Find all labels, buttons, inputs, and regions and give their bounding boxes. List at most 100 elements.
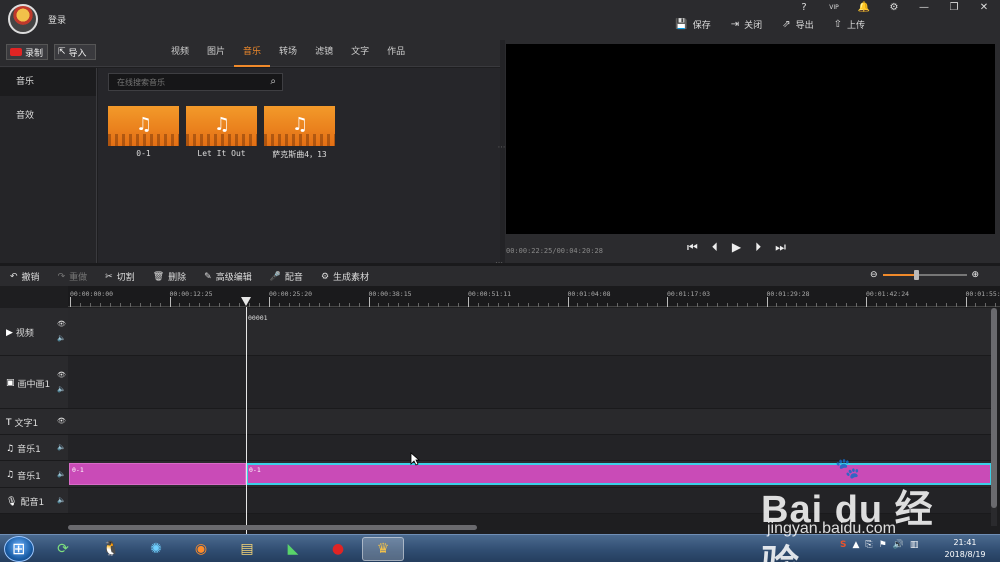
playhead[interactable] <box>246 307 247 534</box>
minimize-icon[interactable]: — <box>916 2 932 14</box>
tab-filter[interactable]: 滤镜 <box>306 40 342 67</box>
gear-icon[interactable]: ⚙ <box>886 2 902 14</box>
taskbar-app-firefox[interactable]: ◉ <box>180 537 222 561</box>
ime-icon[interactable]: S <box>840 540 846 550</box>
side-item-sound-effects[interactable]: 音效 <box>0 102 96 130</box>
side-item-music[interactable]: 音乐 <box>0 68 96 96</box>
taskbar-app-refresh[interactable]: ⟳ <box>42 537 84 561</box>
bell-icon[interactable]: 🔔 <box>856 2 872 14</box>
network-icon[interactable]: ▥ <box>910 540 919 550</box>
tab-transition[interactable]: 转场 <box>270 40 306 67</box>
delete-button[interactable]: 🗑 删除 <box>153 270 186 284</box>
play-icon[interactable]: ▶ <box>732 240 741 255</box>
track-lane[interactable] <box>68 308 992 356</box>
music-item[interactable]: ♫ 萨克斯曲4，13 <box>264 106 335 160</box>
flag-icon[interactable]: ⚑ <box>879 540 887 550</box>
step-forward-icon[interactable]: ⏵ <box>755 240 761 255</box>
tab-text[interactable]: 文字 <box>342 40 378 67</box>
close-icon[interactable]: ✕ <box>976 2 992 14</box>
speaker-icon[interactable]: 🔊 <box>893 540 904 550</box>
upload-button[interactable]: ⇧ 上传 <box>834 18 865 31</box>
music-search-box: ⌕ <box>108 73 283 91</box>
start-button[interactable] <box>4 536 34 562</box>
audio-clip-selected[interactable]: 0-1 <box>246 463 992 485</box>
track-header[interactable]: T 文字1 👁 <box>0 409 68 435</box>
login-link[interactable]: 登录 <box>48 13 66 26</box>
export-icon: ⇗ <box>782 19 791 30</box>
volume-icon[interactable]: 🔈 <box>57 385 66 393</box>
step-back-icon[interactable]: ⏴ <box>712 240 718 255</box>
zoom-in-icon[interactable]: ⊕ <box>972 270 980 280</box>
maximize-icon[interactable]: ❐ <box>946 2 962 14</box>
taskbar-app-explorer[interactable]: ▤ <box>226 537 268 561</box>
track-header[interactable]: ▣ 画中画1 👁 🔈 <box>0 356 68 409</box>
track-label: 配音1 <box>20 498 45 508</box>
zoom-out-icon[interactable]: ⊖ <box>870 270 878 280</box>
track-lane[interactable] <box>68 356 992 409</box>
music-item[interactable]: ♫ 0-1 <box>108 106 179 160</box>
track-header[interactable]: 🎙 配音1 🔈 <box>0 488 68 514</box>
preview-screen <box>506 44 995 234</box>
tab-works[interactable]: 作品 <box>378 40 414 67</box>
eye-icon[interactable]: 👁 <box>57 417 66 425</box>
tray-expand-icon[interactable]: ▲ <box>852 540 859 550</box>
ruler-minor-tick <box>587 303 589 307</box>
track-header[interactable]: ▶ 视频 👁 🔈 <box>0 308 68 356</box>
redo-button[interactable]: ↷ 重做 <box>58 270 88 284</box>
playhead-handle[interactable] <box>241 297 251 306</box>
music-search-input[interactable] <box>109 74 259 90</box>
scrollbar-thumb[interactable] <box>68 525 477 530</box>
ruler-minor-tick <box>428 303 430 307</box>
volume-icon[interactable]: 🔈 <box>57 334 66 342</box>
timeline-vertical-scrollbar[interactable] <box>991 308 997 526</box>
taskbar-app-recorder[interactable]: ● <box>317 537 359 561</box>
volume-icon[interactable]: 🔈 <box>57 470 66 478</box>
skip-to-start-icon[interactable]: ⏮ <box>687 240 698 255</box>
audio-clip[interactable]: 0-1 <box>69 463 246 485</box>
track-lane[interactable] <box>68 435 992 461</box>
skip-to-end-icon[interactable]: ⏭ <box>775 240 786 255</box>
scrollbar-thumb[interactable] <box>991 308 997 508</box>
vip-icon[interactable]: VIP <box>826 2 842 14</box>
track-header[interactable]: ♫ 音乐1 🔈 <box>0 435 68 461</box>
usb-icon[interactable]: ⎘ <box>865 540 872 550</box>
undo-button[interactable]: ↶ 撤销 <box>10 270 40 284</box>
track-lane[interactable]: 0-1 0-1 <box>68 461 992 488</box>
export-button[interactable]: ⇗ 导出 <box>782 18 813 31</box>
tab-music[interactable]: 音乐 <box>234 40 271 67</box>
help-icon[interactable]: ? <box>796 2 812 14</box>
timeline-horizontal-scrollbar[interactable] <box>68 524 988 531</box>
eye-icon[interactable]: 👁 <box>57 320 66 328</box>
volume-icon[interactable]: 🔈 <box>57 496 66 504</box>
record-button[interactable]: 录制 <box>6 44 48 60</box>
taskbar-app-player[interactable]: ◣ <box>272 537 314 561</box>
taskbar-app-qq[interactable]: 🐧 <box>90 537 132 561</box>
volume-icon[interactable]: 🔈 <box>57 443 66 451</box>
tab-image[interactable]: 图片 <box>198 40 234 67</box>
close-project-button[interactable]: ⇥ 关闭 <box>731 18 762 31</box>
music-note-icon: ♫ <box>292 114 309 135</box>
track-lane[interactable] <box>68 409 992 435</box>
avatar[interactable] <box>8 4 38 34</box>
save-button[interactable]: 💾 保存 <box>675 18 710 31</box>
search-icon[interactable]: ⌕ <box>270 76 276 87</box>
music-item[interactable]: ♫ Let It Out <box>186 106 257 160</box>
cut-button[interactable]: ✂ 切割 <box>105 270 135 284</box>
tab-video[interactable]: 视频 <box>162 40 198 67</box>
import-button[interactable]: ⇱ 导入 <box>54 44 96 60</box>
ruler-minor-tick <box>527 303 529 307</box>
mic-button[interactable]: 🎤 配音 <box>270 270 303 284</box>
zoom-slider[interactable] <box>882 270 967 280</box>
taskbar-app-editor[interactable]: ♛ <box>362 537 404 561</box>
ruler-minor-tick <box>826 303 828 307</box>
taskbar-clock[interactable]: 21:41 2018/8/19 <box>938 537 992 561</box>
generate-button[interactable]: ⚙ 生成素材 <box>321 270 369 284</box>
track-lane[interactable] <box>68 488 992 514</box>
zoom-slider-handle[interactable] <box>914 270 920 280</box>
taskbar-app-media[interactable]: ✺ <box>135 537 177 561</box>
edit-button[interactable]: ✎ 高级编辑 <box>204 270 252 284</box>
eye-icon[interactable]: 👁 <box>57 371 66 379</box>
edit-toolbar: ↶ 撤销 ↷ 重做 ✂ 切割 🗑 删除 ✎ 高级编辑 🎤 配音 ⚙ 生成素材 ⊖ ⊕ <box>0 266 1000 286</box>
track-header[interactable]: ♫ 音乐1 🔈 <box>0 461 68 488</box>
timeline-ruler[interactable]: 00:00:00:00 00:00:12:25 00:00:25:20 00:00:3… <box>68 286 1000 307</box>
